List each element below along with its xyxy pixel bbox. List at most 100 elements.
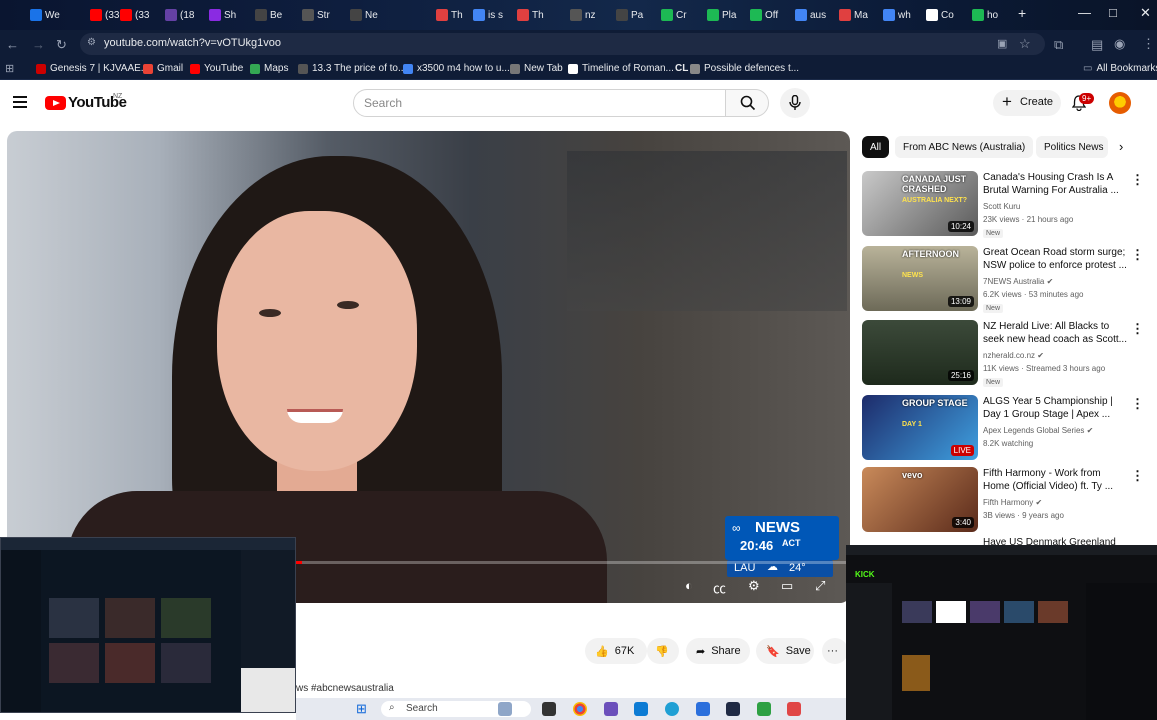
browser-tab[interactable]: wh (883, 6, 911, 24)
captions-icon[interactable]: ㏄ (713, 578, 726, 597)
recommendation-title[interactable]: Canada's Housing Crash Is A Brutal Warni… (983, 171, 1128, 197)
more-actions-button[interactable]: ··· (822, 638, 848, 664)
voice-search-button[interactable] (780, 88, 810, 118)
bookmark-item[interactable]: Genesis 7 | KJVAAE... (36, 63, 149, 74)
account-avatar[interactable] (1109, 92, 1131, 114)
bookmark-item[interactable]: Timeline of Roman... (568, 63, 674, 74)
more-options-icon[interactable]: ⋮ (1131, 247, 1144, 263)
miniplayer-icon[interactable]: ▭ (781, 578, 793, 594)
autoplay-toggle-icon[interactable]: ◐ (685, 578, 693, 593)
browser-tab[interactable]: Pa (616, 6, 643, 24)
chip-all[interactable]: All (862, 136, 890, 158)
recommendation-thumbnail[interactable]: CANADA JUST CRASHED AUSTRALIA NEXT? 10:24 (862, 171, 978, 236)
bookmark-item[interactable]: Possible defences t... (690, 63, 799, 74)
browser-tab[interactable]: (33 (120, 6, 149, 24)
windows-start-icon[interactable]: ⊞ (356, 701, 367, 717)
bookmark-item[interactable]: Gmail (143, 63, 183, 74)
more-options-icon[interactable]: ⋮ (1131, 468, 1144, 484)
recommendation-channel[interactable]: Apex Legends Global Series ✔ (983, 426, 1093, 435)
recommendation-thumbnail[interactable]: GROUP STAGE DAY 1 LIVE (862, 395, 978, 460)
browser-tab[interactable]: Th (436, 6, 463, 24)
browser-tab[interactable]: Sh (209, 6, 236, 24)
maximize-button[interactable]: □ (1109, 5, 1117, 20)
search-button[interactable] (725, 89, 769, 117)
menu-kebab-icon[interactable]: ⋮ (1142, 36, 1155, 52)
description-hashtags[interactable]: ws #abcnewsaustralia (296, 683, 394, 694)
video-player[interactable]: NEWS ∞ 20:46 ACT LAU ☁ 24° ◐ ㏄ ⚙ ▭ ⤢ (7, 131, 850, 603)
new-tab-button[interactable]: + (1018, 5, 1026, 21)
browser-tab[interactable]: We (30, 6, 60, 24)
search-input[interactable] (353, 89, 726, 117)
chip-from-abc[interactable]: From ABC News (Australia) (895, 136, 1034, 158)
taskbar-app-icon[interactable] (726, 702, 740, 716)
browser-tab[interactable]: nz (570, 6, 596, 24)
recommendation-channel[interactable]: Scott Kuru (983, 202, 1020, 211)
browser-tab[interactable]: Th (517, 6, 544, 24)
browser-tab[interactable]: Pla (707, 6, 736, 24)
sidebar-icon[interactable]: ▤ (1091, 37, 1103, 53)
dislike-button[interactable]: 👎 (647, 638, 679, 664)
recommendation-title[interactable]: NZ Herald Live: All Blacks to seek new h… (983, 320, 1128, 346)
recommendation-thumbnail[interactable]: vevo 3:40 (862, 467, 978, 532)
taskbar-edge-icon[interactable] (665, 702, 679, 716)
browser-tab[interactable]: is s (473, 6, 503, 24)
bookmark-item[interactable]: x3500 m4 how to u... (403, 63, 510, 74)
browser-tab[interactable]: Off (750, 6, 778, 24)
browser-tab[interactable]: Be (255, 6, 282, 24)
bookmark-cl[interactable]: CL (675, 63, 688, 74)
recommendation-title[interactable]: Great Ocean Road storm surge; NSW police… (983, 246, 1128, 272)
browser-tab[interactable]: aus (795, 6, 826, 24)
taskbar-widget-icon[interactable] (498, 702, 512, 716)
all-bookmarks[interactable]: ▭ All Bookmarks (1083, 63, 1157, 74)
taskbar-app-icon[interactable] (757, 702, 771, 716)
share-button[interactable]: ➦ Share (686, 638, 750, 664)
recommendation-channel[interactable]: 7NEWS Australia ✔ (983, 277, 1053, 286)
forward-icon[interactable]: → (32, 37, 45, 52)
bookmark-item[interactable]: YouTube (190, 63, 243, 74)
browser-tab[interactable]: Cr (661, 6, 687, 24)
chips-next-chevron-icon[interactable]: › (1119, 139, 1123, 154)
browser-tab[interactable]: (33 (90, 6, 119, 24)
cast-icon[interactable]: ▣ (997, 37, 1007, 50)
apps-grid-icon[interactable]: ⊞ (5, 62, 14, 75)
recommendation-thumbnail[interactable]: AFTERNOON NEWS 13:09 (862, 246, 978, 311)
bookmark-star-icon[interactable]: ☆ (1019, 36, 1031, 52)
taskbar-mail-icon[interactable] (696, 702, 710, 716)
like-button[interactable]: 👍 67K (585, 638, 647, 664)
reload-icon[interactable]: ↻ (56, 37, 67, 53)
taskbar-app-icon[interactable] (787, 702, 801, 716)
minimize-button[interactable]: — (1078, 5, 1091, 20)
browser-tab[interactable]: Str (302, 6, 330, 24)
settings-gear-icon[interactable]: ⚙ (748, 578, 760, 594)
recommendation-title[interactable]: Fifth Harmony - Work from Home (Official… (983, 467, 1128, 493)
hamburger-menu-icon[interactable] (13, 96, 27, 108)
more-options-icon[interactable]: ⋮ (1131, 396, 1144, 412)
more-options-icon[interactable]: ⋮ (1131, 172, 1144, 188)
chip-politics[interactable]: Politics News (1036, 136, 1108, 158)
taskbar-files-icon[interactable] (542, 702, 556, 716)
taskbar-app-icon[interactable] (634, 702, 648, 716)
more-options-icon[interactable]: ⋮ (1131, 321, 1144, 337)
taskbar-chrome-icon[interactable] (573, 702, 587, 716)
taskbar-app-icon[interactable] (604, 702, 618, 716)
youtube-logo-icon[interactable] (45, 96, 66, 110)
url-text[interactable]: youtube.com/watch?v=vOTUkg1voo (104, 37, 281, 49)
browser-tab[interactable]: (18 (165, 6, 194, 24)
close-window-button[interactable]: ✕ (1140, 5, 1151, 21)
recommendation-channel[interactable]: Fifth Harmony ✔ (983, 498, 1042, 507)
recommendation-channel[interactable]: nzherald.co.nz ✔ (983, 351, 1044, 360)
recommendation-thumbnail[interactable]: 25:16 (862, 320, 978, 385)
bookmark-item[interactable]: New Tab (510, 63, 563, 74)
profile-icon[interactable]: ◉ (1114, 36, 1125, 52)
recommendation-title[interactable]: ALGS Year 5 Championship | Day 1 Group S… (983, 395, 1128, 421)
bookmark-item[interactable]: Maps (250, 63, 288, 74)
browser-tab[interactable]: ho (972, 6, 998, 24)
browser-tab[interactable]: Co (926, 6, 954, 24)
bookmark-item[interactable]: 13.3 The price of to... (298, 63, 406, 74)
fullscreen-icon[interactable]: ⤢ (815, 578, 825, 594)
browser-tab[interactable]: Ma (839, 6, 868, 24)
site-info-icon[interactable]: ⚙ (87, 37, 96, 48)
back-icon[interactable]: ← (6, 37, 19, 52)
browser-tab[interactable]: Ne (350, 6, 378, 24)
extensions-icon[interactable]: ⧉ (1054, 37, 1063, 53)
